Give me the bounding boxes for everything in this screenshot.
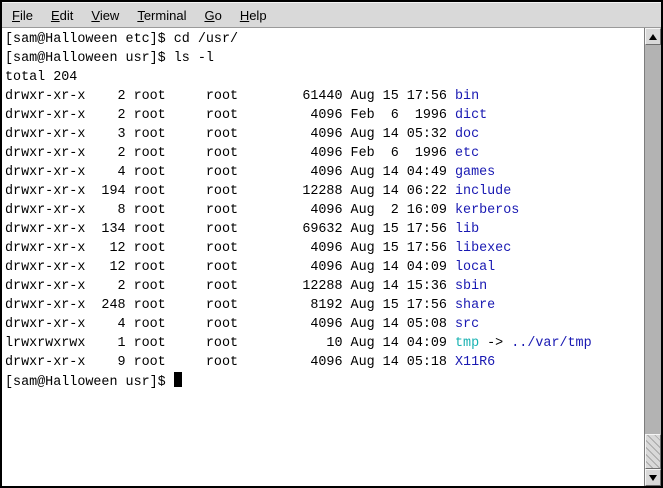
terminal-line: drwxr-xr-x 12 root root 4096 Aug 14 04:0… <box>5 258 644 277</box>
terminal-content: [sam@Halloween etc]$ cd /usr/ [sam@Hallow… <box>2 28 661 486</box>
terminal-line: drwxr-xr-x 2 root root 12288 Aug 14 15:3… <box>5 277 644 296</box>
menu-item-file[interactable]: File <box>3 4 42 27</box>
terminal-text: drwxr-xr-x 194 root root 12288 Aug 14 06… <box>5 184 455 199</box>
terminal-text: drwxr-xr-x 248 root root 8192 Aug 15 17:… <box>5 298 455 313</box>
terminal-text: drwxr-xr-x 2 root root 4096 Feb 6 1996 <box>5 108 455 123</box>
terminal-text: drwxr-xr-x 4 root root 4096 Aug 14 05:08 <box>5 317 455 332</box>
terminal-text: drwxr-xr-x 3 root root 4096 Aug 14 05:32 <box>5 127 455 142</box>
terminal-text: drwxr-xr-x 2 root root 61440 Aug 15 17:5… <box>5 89 455 104</box>
terminal-text: [sam@Halloween usr]$ <box>5 375 174 390</box>
terminal-line: drwxr-xr-x 3 root root 4096 Aug 14 05:32… <box>5 125 644 144</box>
terminal-line: [sam@Halloween usr]$ <box>5 372 644 391</box>
scrollbar-trough[interactable] <box>645 45 661 469</box>
terminal-cursor <box>174 372 182 387</box>
menu-item-mnemonic: F <box>12 8 20 23</box>
directory-name: kerberos <box>455 203 519 218</box>
terminal-text: [sam@Halloween usr]$ ls -l <box>5 51 214 66</box>
menu-item-mnemonic: G <box>204 8 214 23</box>
terminal-text: drwxr-xr-x 134 root root 69632 Aug 15 17… <box>5 222 455 237</box>
terminal-line: drwxr-xr-x 2 root root 4096 Feb 6 1996 d… <box>5 106 644 125</box>
menu-item-mnemonic: V <box>91 8 99 23</box>
menu-item-help[interactable]: Help <box>231 4 276 27</box>
scroll-up-button[interactable] <box>645 28 661 45</box>
directory-name: ../var/tmp <box>511 336 591 351</box>
terminal-text: drwxr-xr-x 12 root root 4096 Aug 14 04:0… <box>5 260 455 275</box>
up-arrow-icon <box>649 34 657 40</box>
terminal-window: FileEditViewTerminalGoHelp [sam@Hallowee… <box>0 0 663 488</box>
terminal-line: drwxr-xr-x 248 root root 8192 Aug 15 17:… <box>5 296 644 315</box>
directory-name: src <box>455 317 479 332</box>
menu-item-label: elp <box>249 8 266 23</box>
terminal-line: drwxr-xr-x 12 root root 4096 Aug 15 17:5… <box>5 239 644 258</box>
menu-item-label: o <box>215 8 222 23</box>
terminal-screen[interactable]: [sam@Halloween etc]$ cd /usr/ [sam@Hallow… <box>2 28 644 486</box>
terminal-line: drwxr-xr-x 4 root root 4096 Aug 14 05:08… <box>5 315 644 334</box>
terminal-line: total 204 <box>5 68 644 87</box>
terminal-line: [sam@Halloween usr]$ ls -l <box>5 49 644 68</box>
scrollbar[interactable] <box>644 28 661 486</box>
terminal-line: [sam@Halloween etc]$ cd /usr/ <box>5 30 644 49</box>
terminal-text: total 204 <box>5 70 77 85</box>
menu-item-label: dit <box>60 8 74 23</box>
menu-bar: FileEditViewTerminalGoHelp <box>2 2 661 28</box>
menu-item-label: iew <box>100 8 120 23</box>
scrollbar-thumb[interactable] <box>645 434 661 469</box>
directory-name: games <box>455 165 495 180</box>
terminal-line: drwxr-xr-x 134 root root 69632 Aug 15 17… <box>5 220 644 239</box>
terminal-text: drwxr-xr-x 9 root root 4096 Aug 14 05:18 <box>5 355 455 370</box>
terminal-text: [sam@Halloween etc]$ cd /usr/ <box>5 32 238 47</box>
menu-item-mnemonic: E <box>51 8 60 23</box>
terminal-text: -> <box>479 336 511 351</box>
menu-item-label: erminal <box>144 8 187 23</box>
menu-item-terminal[interactable]: Terminal <box>128 4 195 27</box>
directory-name: lib <box>455 222 479 237</box>
terminal-text: drwxr-xr-x 2 root root 4096 Feb 6 1996 <box>5 146 455 161</box>
terminal-line: drwxr-xr-x 2 root root 4096 Feb 6 1996 e… <box>5 144 644 163</box>
terminal-line: drwxr-xr-x 8 root root 4096 Aug 2 16:09 … <box>5 201 644 220</box>
terminal-text: drwxr-xr-x 2 root root 12288 Aug 14 15:3… <box>5 279 455 294</box>
terminal-line: drwxr-xr-x 9 root root 4096 Aug 14 05:18… <box>5 353 644 372</box>
menu-item-go[interactable]: Go <box>195 4 230 27</box>
directory-name: X11R6 <box>455 355 495 370</box>
directory-name: sbin <box>455 279 487 294</box>
terminal-text: drwxr-xr-x 4 root root 4096 Aug 14 04:49 <box>5 165 455 180</box>
menu-item-mnemonic: H <box>240 8 249 23</box>
terminal-line: lrwxrwxrwx 1 root root 10 Aug 14 04:09 t… <box>5 334 644 353</box>
menu-item-edit[interactable]: Edit <box>42 4 82 27</box>
terminal-line: drwxr-xr-x 2 root root 61440 Aug 15 17:5… <box>5 87 644 106</box>
down-arrow-icon <box>649 475 657 481</box>
terminal-text: drwxr-xr-x 8 root root 4096 Aug 2 16:09 <box>5 203 455 218</box>
terminal-text: drwxr-xr-x 12 root root 4096 Aug 15 17:5… <box>5 241 455 256</box>
directory-name: include <box>455 184 511 199</box>
directory-name: dict <box>455 108 487 123</box>
menu-item-label: ile <box>20 8 33 23</box>
terminal-text: lrwxrwxrwx 1 root root 10 Aug 14 04:09 <box>5 336 455 351</box>
symlink-name: tmp <box>455 336 479 351</box>
directory-name: share <box>455 298 495 313</box>
directory-name: bin <box>455 89 479 104</box>
directory-name: local <box>455 260 495 275</box>
directory-name: etc <box>455 146 479 161</box>
terminal-line: drwxr-xr-x 4 root root 4096 Aug 14 04:49… <box>5 163 644 182</box>
menu-item-view[interactable]: View <box>82 4 128 27</box>
terminal-line: drwxr-xr-x 194 root root 12288 Aug 14 06… <box>5 182 644 201</box>
directory-name: doc <box>455 127 479 142</box>
scroll-down-button[interactable] <box>645 469 661 486</box>
directory-name: libexec <box>455 241 511 256</box>
